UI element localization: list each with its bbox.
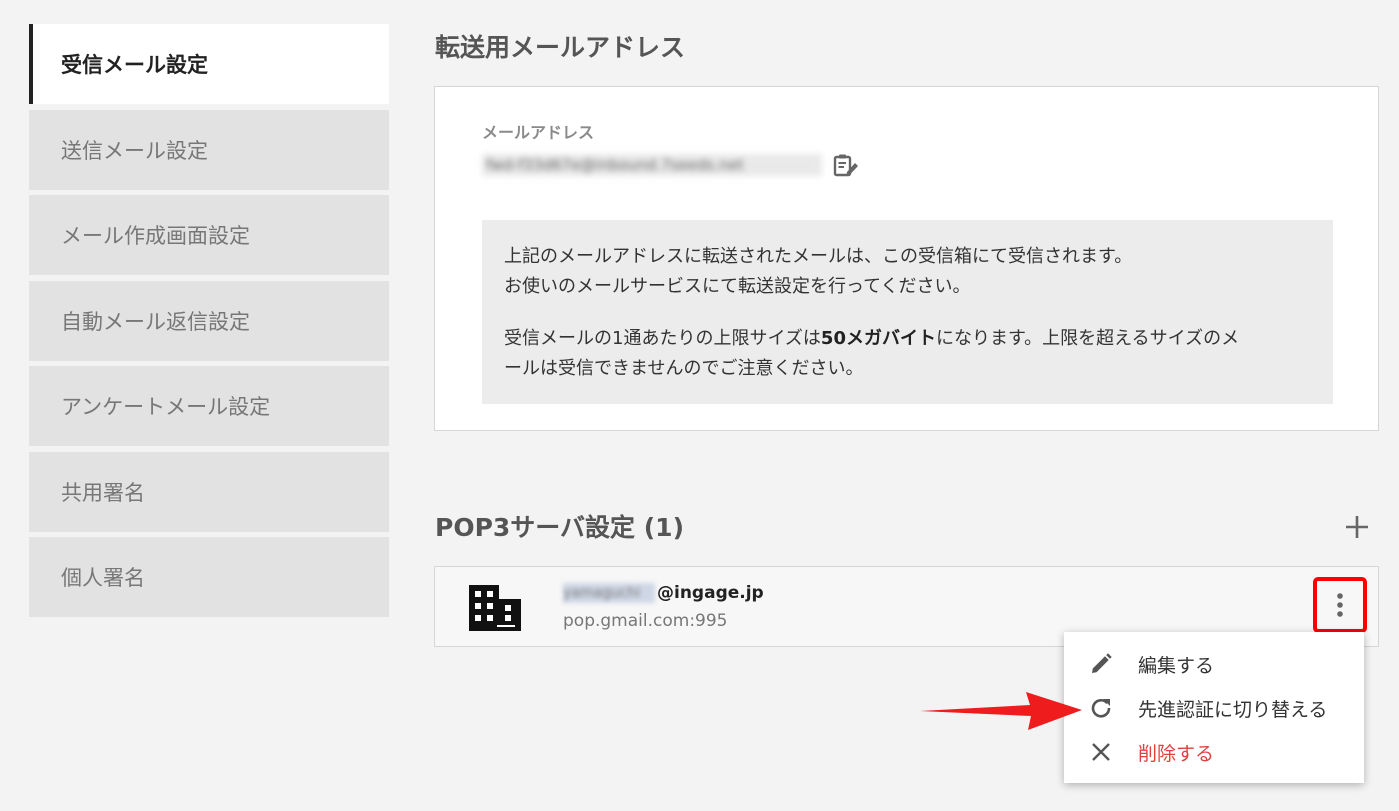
forwarding-email-row: fwd-f33d67e@inbound.7seeds.net [482,151,860,179]
pop3-account-user: yamaguchi [563,583,655,603]
sidebar-item-label: 共用署名 [61,480,145,505]
sidebar-item-personal-signature[interactable]: 個人署名 [29,537,389,617]
menu-item-label: 削除する [1138,742,1215,765]
menu-item-label: 編集する [1138,654,1215,677]
more-options-button[interactable] [1313,577,1367,633]
sidebar-item-label: 受信メール設定 [61,53,208,77]
sidebar-item-compose-settings[interactable]: メール作成画面設定 [29,195,389,275]
sidebar-item-outbound-mail[interactable]: 送信メール設定 [29,109,389,190]
forwarding-email-value: fwd-f33d67e@inbound.7seeds.net [482,154,822,176]
menu-item-switch-modern-auth[interactable]: 先進認証に切り替える [1064,686,1364,730]
email-field-label: メールアドレス [482,123,595,142]
sidebar-item-shared-signature[interactable]: 共用署名 [29,451,389,532]
pencil-icon [1088,651,1114,677]
close-icon [1088,739,1114,765]
notice-paragraph-2: 受信メールの1通あたりの上限サイズは50メガバイトになります。上限を超えるサイズ… [504,324,1311,384]
sidebar-item-label: 個人署名 [61,566,145,590]
pop3-account-domain: @ingage.jp [657,583,764,603]
plus-icon [1346,516,1368,538]
settings-sidebar: 受信メール設定 送信メール設定 メール作成画面設定 自動メール返信設定 アンケー… [29,24,389,623]
clipboard-edit-icon[interactable] [832,151,860,179]
pop3-account-address: yamaguchi @ingage.jp [563,583,764,603]
refresh-icon [1088,695,1114,721]
sidebar-item-survey-mail[interactable]: アンケートメール設定 [29,366,389,446]
size-limit-emphasis: 50メガバイト [820,328,936,349]
notice-line: ールは受信できませんのでご注意ください。 [504,358,864,379]
notice-line: になります。上限を超えるサイズのメ [935,328,1240,349]
sidebar-item-inbound-mail[interactable]: 受信メール設定 [29,24,389,104]
pop3-context-menu: 編集する 先進認証に切り替える 削除する [1064,632,1364,783]
sidebar-item-label: 自動メール返信設定 [61,309,250,334]
notice-line: 受信メールの1通あたりの上限サイズは [504,328,821,349]
menu-item-edit[interactable]: 編集する [1064,642,1364,686]
sidebar-item-auto-reply[interactable]: 自動メール返信設定 [29,280,389,361]
menu-item-delete[interactable]: 削除する [1064,730,1364,774]
forwarding-card: メールアドレス fwd-f33d67e@inbound.7seeds.net 上… [434,86,1379,431]
sidebar-item-label: アンケートメール設定 [61,395,271,419]
notice-line: お使いのメールサービスにて転送設定を行ってください。 [504,276,971,297]
menu-item-label: 先進認証に切り替える [1138,698,1328,721]
pop3-server-address: pop.gmail.com:995 [563,611,728,631]
building-icon [469,585,521,631]
forwarding-section-title: 転送用メールアドレス [435,33,686,62]
add-pop3-button[interactable] [1342,512,1372,542]
sidebar-item-label: メール作成画面設定 [61,224,250,248]
forwarding-notice: 上記のメールアドレスに転送されたメールは、この受信箱にて受信されます。 お使いの… [482,220,1333,404]
notice-paragraph-1: 上記のメールアドレスに転送されたメールは、この受信箱にて受信されます。 お使いの… [504,242,1311,302]
pop3-section-title: POP3サーバ設定 (1) [435,513,684,542]
sidebar-item-label: 送信メール設定 [61,138,208,163]
annotation-arrow-icon [920,692,1082,730]
kebab-menu-icon [1337,593,1343,617]
notice-line: 上記のメールアドレスに転送されたメールは、この受信箱にて受信されます。 [504,246,1133,267]
